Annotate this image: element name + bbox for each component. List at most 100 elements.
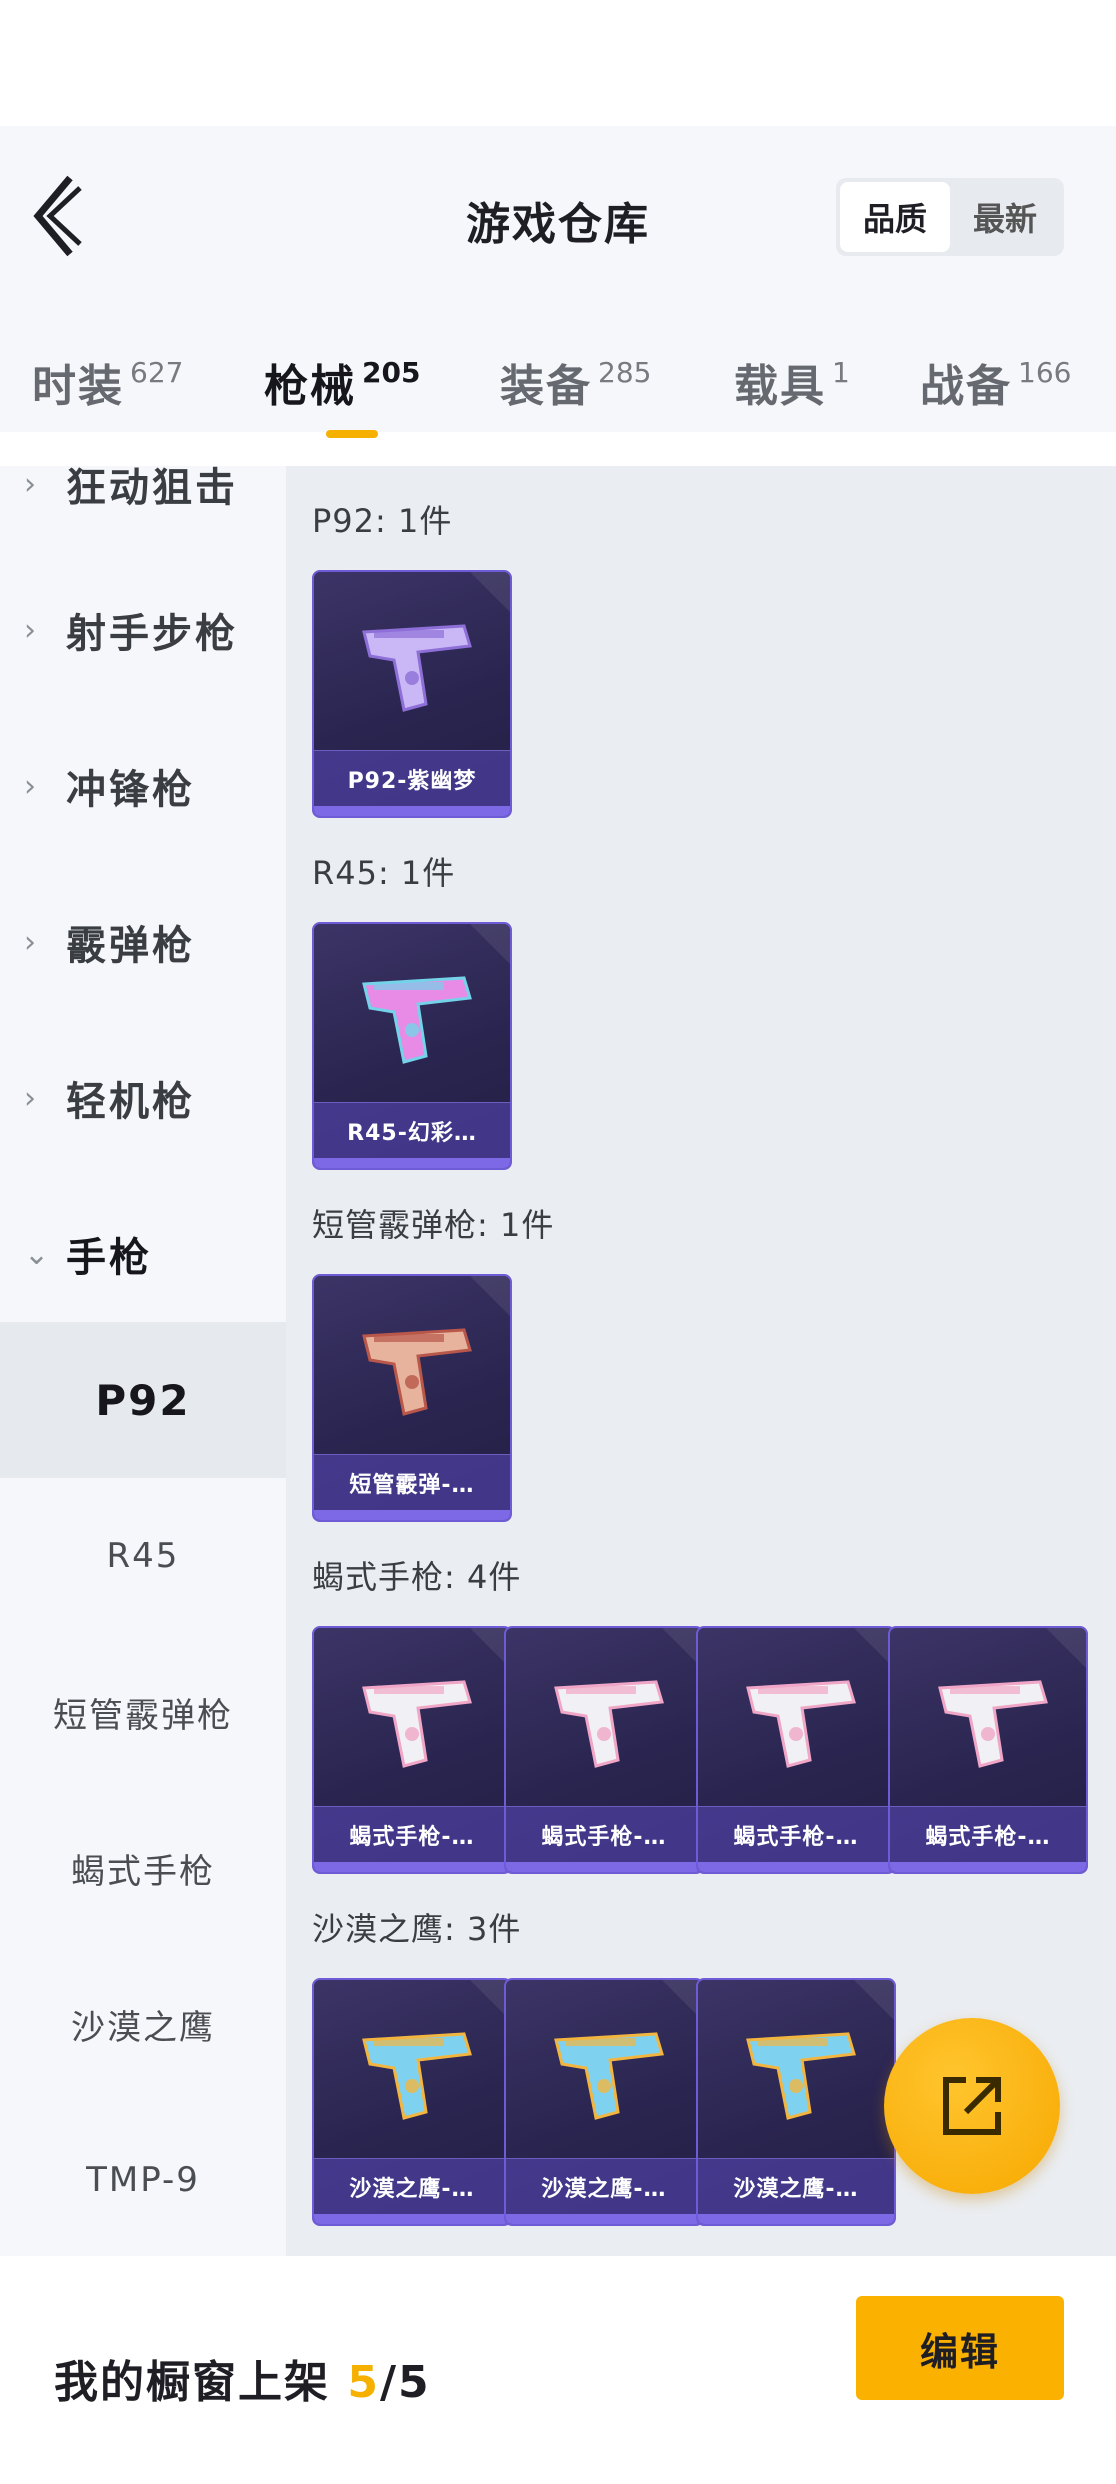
tab-fashion[interactable]: 时装 627 — [32, 350, 183, 420]
card-name-bar: 蝎式手枪-… — [314, 1806, 510, 1862]
tab-label: 战备 — [920, 361, 1012, 412]
weapon-image — [362, 624, 472, 712]
card-name-bar: 沙漠之鹰-… — [698, 2158, 894, 2214]
showcase-total: /5 — [379, 2357, 431, 2408]
card-rarity-strip — [506, 1862, 702, 1872]
weapon-card[interactable]: R45-幻彩… — [312, 922, 512, 1170]
sidebar-item-desert-eagle[interactable]: 沙漠之鹰 — [0, 1946, 286, 2102]
chevron-right-icon: › — [24, 768, 36, 804]
card-name-bar: 沙漠之鹰-… — [506, 2158, 702, 2214]
card-rarity-strip — [314, 1510, 510, 1520]
sort-newest-option[interactable]: 最新 — [950, 182, 1060, 252]
weapon-image — [746, 2032, 856, 2120]
card-name-bar: 沙漠之鹰-… — [314, 2158, 510, 2214]
tab-label: 装备 — [500, 361, 592, 412]
chevron-right-icon: › — [24, 924, 36, 960]
group-title: 沙漠之鹰: 3件 — [312, 1910, 522, 1948]
sidebar-category-label: 手枪 — [66, 1235, 152, 1281]
share-export-icon — [943, 2077, 1001, 2135]
card-rarity-strip — [506, 2214, 702, 2224]
weapon-card[interactable]: 短管霰弹-… — [312, 1274, 512, 1522]
group-title: 短管霰弹枪: 1件 — [312, 1206, 555, 1244]
group-title: 蝎式手枪: 4件 — [312, 1558, 522, 1596]
app-root: 游戏仓库 品质 最新 时装 627 枪械 205 装备 285 载具 1 战备 … — [0, 0, 1116, 2484]
sidebar-category-label: 霰弹枪 — [66, 923, 195, 969]
card-rarity-strip — [890, 1862, 1086, 1872]
chevron-down-icon: ⌄ — [24, 1236, 50, 1272]
group-title: P92: 1件 — [312, 502, 453, 540]
tab-equipment[interactable]: 装备 285 — [500, 350, 651, 420]
weapon-image — [362, 1328, 472, 1416]
sidebar-category-smg[interactable]: › 冲锋枪 — [0, 708, 286, 864]
card-name-bar: 蝎式手枪-… — [890, 1806, 1086, 1862]
weapon-name: 蝎式手枪-… — [349, 1824, 475, 1850]
weapon-name: 蝎式手枪-… — [733, 1824, 859, 1850]
group-title: R45: 1件 — [312, 854, 456, 892]
weapon-name: 沙漠之鹰-… — [733, 2176, 859, 2202]
weapon-card[interactable]: 蝎式手枪-… — [888, 1626, 1088, 1874]
share-button[interactable] — [884, 2018, 1060, 2194]
weapon-card[interactable]: 蝎式手枪-… — [504, 1626, 704, 1874]
sidebar-category-marksman[interactable]: › 射手步枪 — [0, 552, 286, 708]
sidebar-category-label: 冲锋枪 — [66, 767, 195, 813]
showcase-current: 5 — [347, 2357, 380, 2408]
weapon-image — [362, 976, 472, 1064]
weapon-name: 短管霰弹-… — [349, 1472, 475, 1498]
sidebar-item-p92[interactable]: P92 — [0, 1322, 286, 1478]
weapon-list: P92: 1件 R45: 1件 短管霰弹枪: 1件 蝎式手枪: 4件 沙漠之鹰:… — [286, 466, 1116, 2256]
status-bar-area — [0, 0, 1116, 126]
sidebar-category-shotgun[interactable]: › 霰弹枪 — [0, 864, 286, 1020]
sidebar-item-short-shotgun[interactable]: 短管霰弹枪 — [0, 1634, 286, 1790]
edit-button[interactable]: 编辑 — [856, 2296, 1064, 2400]
weapon-category-sidebar: › 狂动狙击 › 射手步枪 › 冲锋枪 › 霰弹枪 › 轻机枪 ⌄ 手枪 P92… — [0, 466, 286, 2256]
showcase-status: 我的橱窗上架 5/5 — [54, 2346, 431, 2410]
card-rarity-strip — [314, 806, 510, 816]
card-name-bar: R45-幻彩… — [314, 1102, 510, 1158]
weapon-image — [362, 2032, 472, 2120]
weapon-name: 沙漠之鹰-… — [541, 2176, 667, 2202]
sort-quality-option[interactable]: 品质 — [840, 182, 950, 252]
card-rarity-strip — [314, 1158, 510, 1168]
chevron-right-icon: › — [24, 612, 36, 648]
weapon-card[interactable]: 蝎式手枪-… — [312, 1626, 512, 1874]
sidebar-category-label: 射手步枪 — [66, 611, 238, 657]
card-name-bar: 蝎式手枪-… — [506, 1806, 702, 1862]
tab-label: 载具 — [734, 361, 826, 412]
weapon-name: P92-紫幽梦 — [347, 768, 477, 794]
card-name-bar: P92-紫幽梦 — [314, 750, 510, 806]
chevron-right-icon: › — [24, 1080, 36, 1116]
sidebar-category-pistol[interactable]: ⌄ 手枪 — [0, 1176, 286, 1332]
weapon-name: 蝎式手枪-… — [541, 1824, 667, 1850]
sidebar-category-lmg[interactable]: › 轻机枪 — [0, 1020, 286, 1176]
weapon-image — [746, 1680, 856, 1768]
card-rarity-strip — [698, 1862, 894, 1872]
bottom-bar: 我的橱窗上架 5/5 编辑 — [0, 2256, 1116, 2484]
sidebar-item-r45[interactable]: R45 — [0, 1478, 286, 1634]
weapon-name: R45-幻彩… — [347, 1120, 477, 1146]
tab-firearms[interactable]: 枪械 205 — [264, 350, 420, 420]
tab-count: 1 — [832, 356, 850, 389]
showcase-label: 我的橱窗上架 — [54, 2357, 330, 2408]
sidebar-item-scorpion[interactable]: 蝎式手枪 — [0, 1790, 286, 1946]
category-tabs: 时装 627 枪械 205 装备 285 载具 1 战备 166 — [0, 330, 1116, 440]
weapon-card[interactable]: 沙漠之鹰-… — [312, 1978, 512, 2226]
tab-vehicles[interactable]: 载具 1 — [734, 350, 850, 420]
tab-count: 205 — [362, 356, 421, 389]
card-rarity-strip — [314, 1862, 510, 1872]
weapon-card[interactable]: 沙漠之鹰-… — [696, 1978, 896, 2226]
tab-tactical[interactable]: 战备 166 — [920, 350, 1071, 420]
tab-count: 285 — [598, 356, 652, 389]
weapon-image — [554, 1680, 664, 1768]
tab-label: 枪械 — [264, 361, 356, 412]
weapon-card[interactable]: 沙漠之鹰-… — [504, 1978, 704, 2226]
weapon-card[interactable]: 蝎式手枪-… — [696, 1626, 896, 1874]
sort-toggle: 品质 最新 — [836, 178, 1064, 256]
weapon-image — [938, 1680, 1048, 1768]
weapon-name: 蝎式手枪-… — [925, 1824, 1051, 1850]
tab-count: 627 — [130, 356, 184, 389]
sidebar-category-label: 轻机枪 — [66, 1079, 195, 1125]
card-name-bar: 蝎式手枪-… — [698, 1806, 894, 1862]
tab-label: 时装 — [32, 361, 124, 412]
weapon-card[interactable]: P92-紫幽梦 — [312, 570, 512, 818]
sidebar-item-tmp9[interactable]: TMP-9 — [0, 2102, 286, 2256]
